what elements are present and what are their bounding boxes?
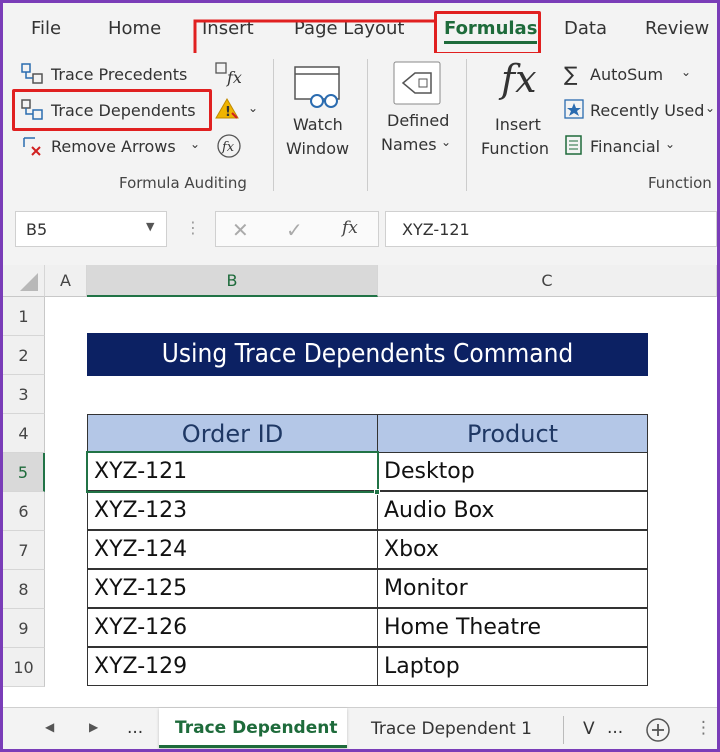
sheet-tab-v[interactable]: V bbox=[583, 719, 595, 739]
recently-used-dropdown-icon[interactable]: ⌄ bbox=[705, 101, 715, 115]
row-header-2[interactable]: 2 bbox=[3, 336, 45, 375]
trace-precedents-button[interactable]: Trace Precedents bbox=[51, 65, 187, 84]
row-header-3[interactable]: 3 bbox=[3, 375, 45, 414]
column-header-c[interactable]: C bbox=[378, 265, 717, 297]
financial-icon bbox=[565, 135, 582, 155]
name-box-value: B5 bbox=[26, 220, 48, 239]
name-box-dropdown-icon[interactable]: ▼ bbox=[146, 220, 154, 233]
defined-names-label-2[interactable]: Names bbox=[381, 135, 437, 154]
recently-used-button[interactable]: Recently Used bbox=[590, 101, 704, 120]
excel-window: File Home Insert Page Layout Formulas Da… bbox=[0, 0, 720, 752]
evaluate-formula-icon[interactable]: fx bbox=[216, 133, 242, 159]
autosum-icon: ∑ bbox=[564, 62, 578, 86]
ribbon-formulas: Trace Precedents Trace Dependents Remove… bbox=[3, 53, 717, 195]
sheet-title: Using Trace Dependents Command bbox=[87, 333, 648, 376]
watch-window-icon bbox=[294, 66, 340, 108]
row-header-1[interactable]: 1 bbox=[3, 297, 45, 336]
watch-window-label-1[interactable]: Watch bbox=[293, 115, 343, 134]
trace-dependents-highlight-box bbox=[12, 89, 212, 131]
row-header-6[interactable]: 6 bbox=[3, 492, 45, 531]
formula-auditing-group-label: Formula Auditing bbox=[119, 174, 247, 192]
select-all-icon bbox=[19, 273, 38, 291]
ribbon-separator bbox=[273, 59, 274, 191]
tab-review[interactable]: Review bbox=[645, 18, 709, 39]
financial-button[interactable]: Financial bbox=[590, 137, 660, 156]
name-box[interactable]: B5 ▼ bbox=[15, 211, 167, 247]
cell-order-id[interactable]: XYZ-125 bbox=[87, 569, 378, 608]
svg-text:fx: fx bbox=[221, 140, 235, 155]
cell-product[interactable]: Audio Box bbox=[377, 491, 648, 530]
insert-function-label-1[interactable]: Insert bbox=[495, 115, 541, 134]
ribbon-separator bbox=[367, 59, 368, 191]
sheet-overflow-left[interactable]: ... bbox=[127, 718, 143, 738]
active-cell-selection bbox=[86, 451, 379, 493]
defined-names-label-1[interactable]: Defined bbox=[387, 111, 449, 130]
svg-text:!: ! bbox=[225, 105, 231, 120]
cell-product[interactable]: Desktop bbox=[377, 452, 648, 491]
row-header-7[interactable]: 7 bbox=[3, 531, 45, 570]
insert-function-icon: fx bbox=[501, 57, 537, 101]
formulas-highlight-box bbox=[434, 11, 541, 55]
autosum-button[interactable]: AutoSum bbox=[590, 65, 663, 84]
row-header-10[interactable]: 10 bbox=[3, 648, 45, 687]
sheet-tab-active-label: Trace Dependent bbox=[175, 718, 338, 738]
prev-sheet-icon[interactable]: ◀ bbox=[45, 720, 54, 734]
formula-bar: B5 ▼ ⋮ ✕ ✓ fx XYZ-121 bbox=[3, 195, 717, 265]
show-formulas-icon[interactable]: fx bbox=[215, 61, 243, 87]
insert-function-label-2[interactable]: Function bbox=[481, 139, 549, 158]
cell-order-id[interactable]: XYZ-126 bbox=[87, 608, 378, 647]
insert-function-fx-icon[interactable]: fx bbox=[342, 218, 358, 238]
cell-product[interactable]: Laptop bbox=[377, 647, 648, 686]
sheet-tab-active[interactable]: Trace Dependent bbox=[159, 708, 347, 748]
error-checking-icon[interactable]: ! bbox=[215, 97, 241, 121]
header-order-id[interactable]: Order ID bbox=[87, 414, 378, 453]
enter-icon[interactable]: ✓ bbox=[286, 218, 303, 242]
remove-arrows-dropdown-icon[interactable]: ⌄ bbox=[190, 137, 200, 151]
tab-data[interactable]: Data bbox=[564, 18, 607, 39]
select-all-corner[interactable] bbox=[3, 265, 45, 297]
defined-names-icon bbox=[393, 61, 441, 105]
sheet-overflow-right[interactable]: ... bbox=[607, 718, 623, 738]
trace-precedents-icon bbox=[21, 63, 43, 84]
cell-order-id[interactable]: XYZ-123 bbox=[87, 491, 378, 530]
sheet-tab-bar: ◀ ▶ ... Trace Dependent Trace Dependent … bbox=[3, 707, 717, 749]
recently-used-icon bbox=[564, 99, 584, 119]
row-header-5[interactable]: 5 bbox=[3, 453, 45, 492]
add-sheet-icon[interactable] bbox=[645, 717, 671, 743]
formula-input-value: XYZ-121 bbox=[402, 220, 470, 239]
cell-product[interactable]: Home Theatre bbox=[377, 608, 648, 647]
formula-bar-grip-icon: ⋮ bbox=[185, 218, 201, 237]
column-header-b[interactable]: B bbox=[87, 265, 378, 297]
formula-buttons: ✕ ✓ fx bbox=[215, 211, 379, 247]
fill-handle[interactable] bbox=[374, 489, 380, 495]
cancel-icon[interactable]: ✕ bbox=[232, 218, 249, 242]
autosum-dropdown-icon[interactable]: ⌄ bbox=[681, 65, 691, 79]
remove-arrows-icon bbox=[23, 137, 41, 156]
cell-product[interactable]: Monitor bbox=[377, 569, 648, 608]
remove-arrows-button[interactable]: Remove Arrows bbox=[51, 137, 176, 156]
formula-input[interactable]: XYZ-121 bbox=[385, 211, 717, 247]
ribbon-separator bbox=[466, 59, 467, 191]
row-header-9[interactable]: 9 bbox=[3, 609, 45, 648]
defined-names-dropdown-icon[interactable]: ⌄ bbox=[441, 135, 451, 149]
financial-dropdown-icon[interactable]: ⌄ bbox=[665, 137, 675, 151]
cell-order-id[interactable]: XYZ-129 bbox=[87, 647, 378, 686]
cell-product[interactable]: Xbox bbox=[377, 530, 648, 569]
tab-file[interactable]: File bbox=[31, 18, 61, 39]
sheet-tab-divider bbox=[563, 716, 564, 744]
column-header-a[interactable]: A bbox=[45, 265, 87, 297]
sheet-options-icon[interactable]: ⋮ bbox=[695, 718, 712, 738]
sheet-tab-trace-dependent-1[interactable]: Trace Dependent 1 bbox=[371, 719, 532, 739]
watch-window-label-2[interactable]: Window bbox=[286, 139, 349, 158]
cell-order-id[interactable]: XYZ-124 bbox=[87, 530, 378, 569]
svg-text:fx: fx bbox=[226, 68, 242, 87]
error-checking-dropdown-icon[interactable]: ⌄ bbox=[248, 101, 258, 115]
function-library-group-label: Function bbox=[648, 174, 712, 192]
tab-home[interactable]: Home bbox=[108, 18, 161, 39]
next-sheet-icon[interactable]: ▶ bbox=[89, 720, 98, 734]
row-header-4[interactable]: 4 bbox=[3, 414, 45, 453]
header-product[interactable]: Product bbox=[377, 414, 648, 453]
row-header-8[interactable]: 8 bbox=[3, 570, 45, 609]
